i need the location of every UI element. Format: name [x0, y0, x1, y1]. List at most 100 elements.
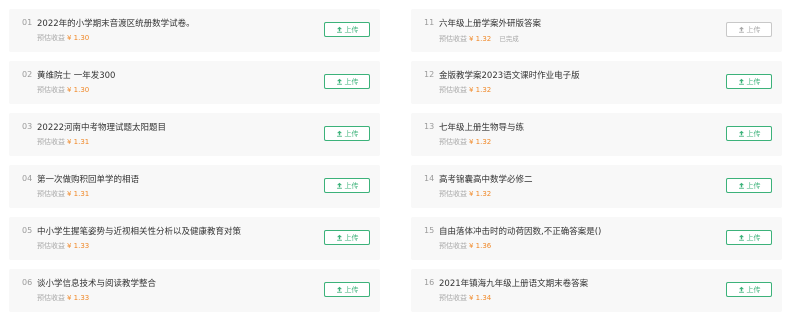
upload-arrow-icon	[336, 286, 342, 293]
earnings-label: 预估收益	[439, 138, 467, 146]
upload-button-label: 上传	[344, 285, 359, 294]
document-card: 13 七年级上册生物导与练 预估收益 ¥ 1.32 上传	[411, 113, 782, 156]
earnings-line: 预估收益 ¥ 1.30	[37, 33, 89, 43]
earnings-price: ¥ 1.31	[67, 190, 90, 198]
earnings-line: 预估收益 ¥ 1.32 已完成	[439, 33, 519, 44]
upload-button-label: 上传	[746, 77, 761, 86]
earnings-line: 预估收益 ¥ 1.32	[439, 137, 491, 147]
upload-button[interactable]: 上传	[324, 230, 370, 245]
earnings-line: 预估收益 ¥ 1.33	[37, 241, 89, 251]
document-card: 15 自由落体冲击时的动荷因数,不正确答案是() 预估收益 ¥ 1.36 上传	[411, 217, 782, 260]
upload-button[interactable]: 上传	[726, 74, 772, 89]
document-title[interactable]: 20222河南中考物理试题太阳题目	[37, 121, 317, 133]
upload-arrow-icon	[336, 234, 342, 241]
upload-button-label: 上传	[746, 181, 761, 190]
document-card: 16 2021年镇海九年级上册语文期末卷答案 预估收益 ¥ 1.34 上传	[411, 269, 782, 312]
upload-button-label: 上传	[344, 181, 359, 190]
document-title[interactable]: 中小学生握笔姿势与近视相关性分析以及健康教育对策	[37, 225, 317, 237]
document-card: 12 金版教学案2023语文课时作业电子版 预估收益 ¥ 1.32 上传	[411, 61, 782, 104]
document-title[interactable]: 自由落体冲击时的动荷因数,不正确答案是()	[439, 225, 719, 237]
earnings-label: 预估收益	[439, 190, 467, 198]
document-title[interactable]: 七年级上册生物导与练	[439, 121, 719, 133]
upload-button-label: 上传	[746, 285, 761, 294]
document-card: 06 谈小学信息技术与阅读教学整合 预估收益 ¥ 1.33 上传	[9, 269, 380, 312]
upload-button[interactable]: 上传	[726, 282, 772, 297]
earnings-line: 预估收益 ¥ 1.31	[37, 137, 89, 147]
upload-button[interactable]: 上传	[324, 178, 370, 193]
earnings-price: ¥ 1.32	[469, 86, 492, 94]
document-title[interactable]: 高考锦囊高中数学必修二	[439, 173, 719, 185]
earnings-label: 预估收益	[439, 35, 467, 43]
upload-button-label: 上传	[344, 25, 359, 34]
earnings-line: 预估收益 ¥ 1.32	[439, 189, 491, 199]
earnings-price: ¥ 1.32	[469, 138, 492, 146]
document-card: 02 黄维院士 一年发300 预估收益 ¥ 1.30 上传	[9, 61, 380, 104]
document-card: 05 中小学生握笔姿势与近视相关性分析以及健康教育对策 预估收益 ¥ 1.33 上…	[9, 217, 380, 260]
document-title[interactable]: 谈小学信息技术与阅读教学整合	[37, 277, 317, 289]
upload-arrow-icon	[738, 234, 744, 241]
earnings-price: ¥ 1.32	[469, 190, 492, 198]
left-column: 01 2022年的小学期末音渡区统册数学试卷。 预估收益 ¥ 1.30 上传 02…	[9, 0, 380, 320]
earnings-price: ¥ 1.30	[67, 34, 90, 42]
upload-arrow-icon	[738, 182, 744, 189]
earnings-line: 预估收益 ¥ 1.31	[37, 189, 89, 199]
right-column: 11 六年级上册学案外研版答案 预估收益 ¥ 1.32 已完成 上传 12 金版教学…	[411, 0, 782, 320]
document-title[interactable]: 2022年的小学期末音渡区统册数学试卷。	[37, 17, 317, 29]
upload-arrow-icon	[336, 182, 342, 189]
earnings-label: 预估收益	[37, 294, 65, 302]
status-text: 已完成	[499, 35, 519, 43]
upload-button-label: 上传	[344, 129, 359, 138]
earnings-label: 预估收益	[37, 34, 65, 42]
document-card: 14 高考锦囊高中数学必修二 预估收益 ¥ 1.32 上传	[411, 165, 782, 208]
document-card: 01 2022年的小学期末音渡区统册数学试卷。 预估收益 ¥ 1.30 上传	[9, 9, 380, 52]
document-title[interactable]: 2021年镇海九年级上册语文期末卷答案	[439, 277, 719, 289]
document-title[interactable]: 六年级上册学案外研版答案	[439, 17, 719, 29]
earnings-line: 预估收益 ¥ 1.36	[439, 241, 491, 251]
upload-arrow-icon	[336, 26, 342, 33]
upload-button[interactable]: 上传	[726, 230, 772, 245]
upload-arrow-icon	[336, 78, 342, 85]
upload-button-label: 上传	[746, 129, 761, 138]
document-card: 03 20222河南中考物理试题太阳题目 预估收益 ¥ 1.31 上传	[9, 113, 380, 156]
upload-arrow-icon	[738, 78, 744, 85]
upload-button[interactable]: 上传	[726, 22, 772, 37]
document-title[interactable]: 第一次做购积回单学的相语	[37, 173, 317, 185]
upload-button[interactable]: 上传	[324, 282, 370, 297]
earnings-line: 预估收益 ¥ 1.30	[37, 85, 89, 95]
earnings-price: ¥ 1.34	[469, 294, 492, 302]
earnings-line: 预估收益 ¥ 1.33	[37, 293, 89, 303]
document-card: 11 六年级上册学案外研版答案 预估收益 ¥ 1.32 已完成 上传	[411, 9, 782, 52]
earnings-price: ¥ 1.30	[67, 86, 90, 94]
earnings-label: 预估收益	[37, 86, 65, 94]
document-card: 04 第一次做购积回单学的相语 预估收益 ¥ 1.31 上传	[9, 165, 380, 208]
earnings-price: ¥ 1.31	[67, 138, 90, 146]
upload-button-label: 上传	[746, 233, 761, 242]
earnings-label: 预估收益	[439, 242, 467, 250]
earnings-label: 预估收益	[37, 190, 65, 198]
upload-button[interactable]: 上传	[726, 126, 772, 141]
document-title[interactable]: 黄维院士 一年发300	[37, 69, 317, 81]
upload-button-label: 上传	[746, 25, 761, 34]
upload-button[interactable]: 上传	[324, 126, 370, 141]
earnings-label: 预估收益	[439, 294, 467, 302]
upload-button-label: 上传	[344, 77, 359, 86]
earnings-line: 预估收益 ¥ 1.32	[439, 85, 491, 95]
earnings-label: 预估收益	[439, 86, 467, 94]
upload-button[interactable]: 上传	[324, 74, 370, 89]
earnings-line: 预估收益 ¥ 1.34	[439, 293, 491, 303]
upload-arrow-icon	[738, 286, 744, 293]
earnings-price: ¥ 1.32	[469, 35, 492, 43]
earnings-label: 预估收益	[37, 138, 65, 146]
upload-button-label: 上传	[344, 233, 359, 242]
upload-button[interactable]: 上传	[726, 178, 772, 193]
earnings-price: ¥ 1.33	[67, 242, 90, 250]
document-title[interactable]: 金版教学案2023语文课时作业电子版	[439, 69, 719, 81]
upload-arrow-icon	[738, 130, 744, 137]
upload-arrow-icon	[336, 130, 342, 137]
upload-task-grid: 01 2022年的小学期末音渡区统册数学试卷。 预估收益 ¥ 1.30 上传 02…	[0, 0, 800, 319]
earnings-price: ¥ 1.33	[67, 294, 90, 302]
upload-arrow-icon	[738, 26, 744, 33]
earnings-price: ¥ 1.36	[469, 242, 492, 250]
upload-button[interactable]: 上传	[324, 22, 370, 37]
earnings-label: 预估收益	[37, 242, 65, 250]
